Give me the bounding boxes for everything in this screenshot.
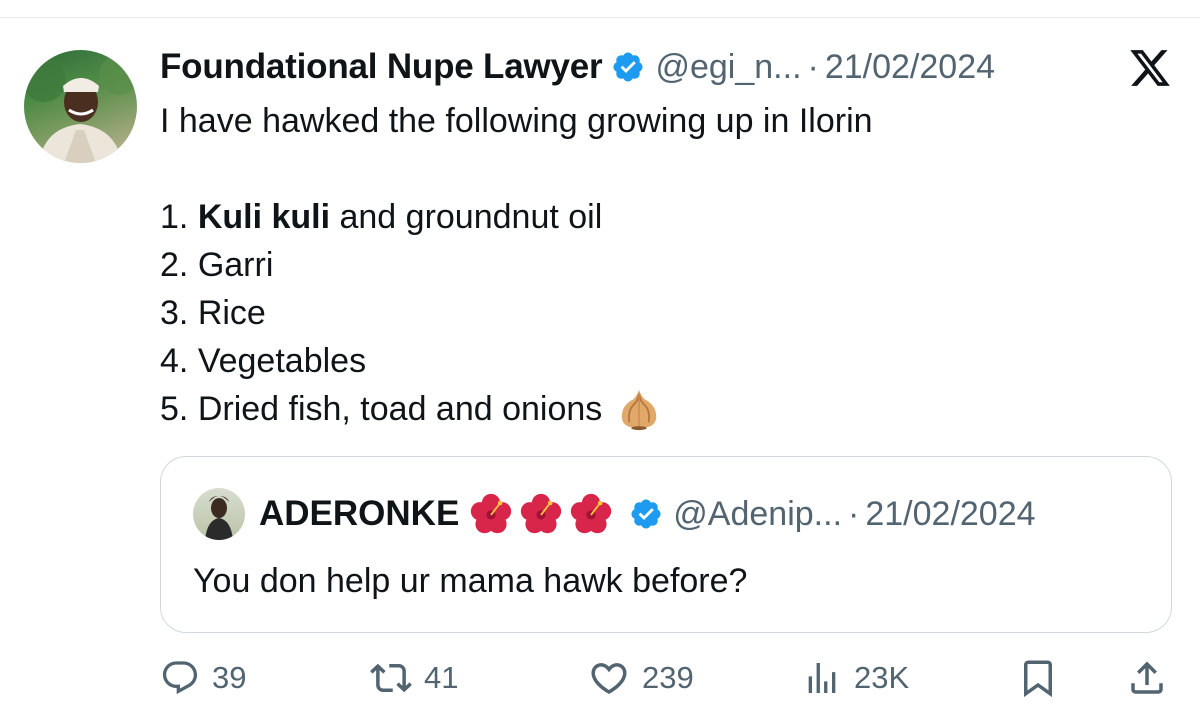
x-logo-icon[interactable] bbox=[1128, 46, 1172, 90]
onion-emoji-icon bbox=[622, 389, 657, 431]
author-avatar[interactable] bbox=[24, 50, 137, 163]
repost-count: 41 bbox=[424, 660, 459, 695]
reply-button[interactable]: 39 bbox=[160, 648, 246, 708]
quoted-author-avatar[interactable] bbox=[193, 488, 245, 540]
reply-count: 39 bbox=[212, 660, 247, 695]
quoted-author-name[interactable]: ADERONKE bbox=[259, 494, 459, 534]
views-count: 23K bbox=[854, 660, 910, 695]
bookmark-icon bbox=[1024, 660, 1052, 698]
list-item-text: Garri bbox=[197, 246, 274, 284]
verified-badge-icon bbox=[631, 499, 661, 529]
share-icon bbox=[1131, 661, 1163, 694]
list-item-number: 1. bbox=[160, 198, 198, 236]
hibiscus-emoji-icon bbox=[571, 493, 612, 534]
quoted-tweet-header: ADERONKE @Adenip... · 21/02/2024 bbox=[193, 487, 1036, 541]
share-button[interactable] bbox=[1126, 648, 1168, 708]
list-item-number: 3. bbox=[160, 294, 198, 332]
analytics-icon bbox=[808, 663, 836, 693]
list-item-bold: Kuli kuli bbox=[197, 198, 331, 236]
tweet-intro: I have hawked the following growing up i… bbox=[160, 102, 873, 140]
list-item-number: 5. bbox=[160, 390, 198, 428]
hibiscus-emoji-icon bbox=[521, 493, 562, 534]
quoted-tweet[interactable]: ADERONKE @Adenip... · 21/02/2024 You don… bbox=[160, 456, 1172, 633]
list-item: 1. Kuli kuli and groundnut oil bbox=[160, 193, 873, 241]
list-item-number: 4. bbox=[160, 342, 198, 380]
repost-icon bbox=[370, 663, 412, 693]
quoted-author-handle[interactable]: @Adenip... bbox=[673, 495, 842, 534]
tweet-date[interactable]: 21/02/2024 bbox=[825, 48, 995, 87]
top-divider bbox=[0, 17, 1200, 18]
list-item-text: Vegetables bbox=[197, 342, 367, 380]
reply-icon bbox=[162, 661, 198, 695]
bookmark-button[interactable] bbox=[1017, 648, 1059, 708]
quoted-tweet-date[interactable]: 21/02/2024 bbox=[865, 495, 1035, 534]
like-button[interactable]: 239 bbox=[588, 648, 694, 708]
list-item: 5. Dried fish, toad and onions bbox=[160, 385, 873, 433]
repost-button[interactable]: 41 bbox=[370, 648, 458, 708]
author-name[interactable]: Foundational Nupe Lawyer bbox=[160, 47, 603, 87]
list-item-text: Dried fish, toad and onions bbox=[197, 390, 603, 428]
views-button[interactable]: 23K bbox=[802, 648, 909, 708]
heart-icon bbox=[591, 663, 627, 695]
tweet-header: Foundational Nupe Lawyer @egi_n... · 21/… bbox=[160, 42, 995, 92]
list-item-number: 2. bbox=[160, 246, 198, 284]
action-bar: 39 41 239 23K bbox=[160, 648, 1172, 708]
hibiscus-emoji-icon bbox=[471, 493, 512, 534]
verified-badge-icon bbox=[613, 52, 643, 82]
quoted-tweet-text: You don help ur mama hawk before? bbox=[193, 562, 748, 600]
list-item: 2. Garri bbox=[160, 241, 873, 289]
header-separator: · bbox=[807, 47, 819, 86]
tweet-body: I have hawked the following growing up i… bbox=[160, 97, 873, 433]
list-item: 4. Vegetables bbox=[160, 337, 873, 385]
list-item-text: and groundnut oil bbox=[330, 198, 603, 236]
list-item: 3. Rice bbox=[160, 289, 873, 337]
author-handle[interactable]: @egi_n... bbox=[655, 48, 801, 87]
list-item-text: Rice bbox=[197, 294, 266, 332]
quoted-header-separator: · bbox=[848, 494, 860, 533]
like-count: 239 bbox=[642, 660, 694, 695]
